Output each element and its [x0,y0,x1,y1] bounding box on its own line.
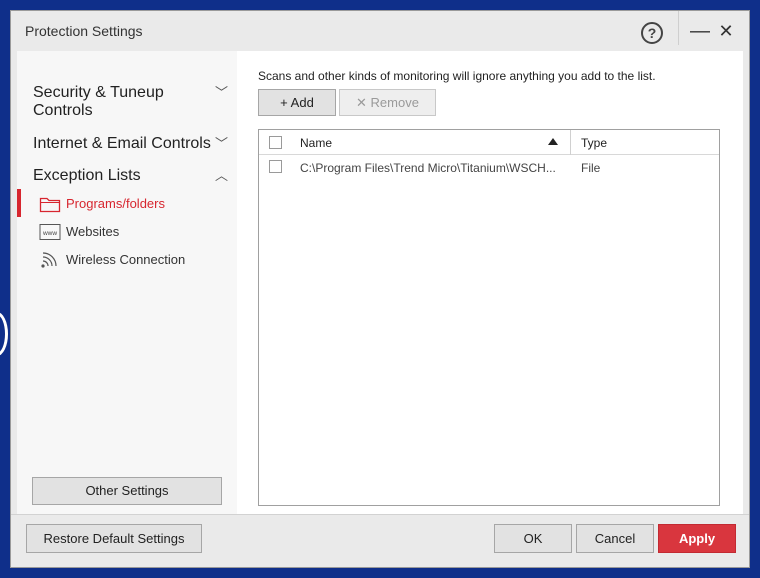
sidebar-item-label: Websites [66,224,120,239]
remove-button: ✕ Remove [339,89,436,116]
select-all-checkbox[interactable] [269,136,282,149]
close-button[interactable]: ✕ [715,19,737,43]
restore-defaults-button[interactable]: Restore Default Settings [26,524,202,553]
sidebar-item-websites[interactable]: www Websites [17,219,237,245]
add-button-label: Add [290,95,314,110]
remove-button-label: Remove [370,95,419,110]
sidebar-item-wireless-connection[interactable]: Wireless Connection [17,247,237,273]
ok-button[interactable]: OK [494,524,572,553]
sidebar-item-label: Wireless Connection [66,252,186,267]
sidebar: Security & Tuneup Controls ﹀ Internet & … [17,51,237,514]
svg-text:www: www [42,230,57,237]
help-icon[interactable]: ? [641,22,663,44]
sidebar-group-label: Security & Tuneup Controls [33,84,164,119]
row-name-cell: C:\Program Files\Trend Micro\Titanium\WS… [300,161,556,175]
add-button[interactable]: + Add [258,89,336,116]
sidebar-group-internet-email[interactable]: Internet & Email Controls ﹀ [17,135,237,157]
sidebar-group-label: Exception Lists [33,167,141,184]
row-checkbox[interactable] [269,160,282,173]
title-divider [678,11,679,45]
dialog-footer: Restore Default Settings OK Cancel Apply [11,514,749,567]
active-indicator [17,189,21,217]
window-title: Protection Settings [25,23,143,39]
remove-x-icon: ✕ [356,95,367,110]
protection-settings-window: Protection Settings ? — ✕ Security & Tun… [10,10,750,568]
plus-icon: + [280,95,288,110]
sidebar-group-exception-lists[interactable]: Exception Lists ︿ [17,167,237,189]
other-settings-button[interactable]: Other Settings [32,477,222,505]
chevron-down-icon: ﹀ [215,85,229,100]
sidebar-group-security-tuneup[interactable]: Security & Tuneup Controls ﹀ [17,84,237,122]
wifi-icon [41,252,57,268]
column-header-type[interactable]: Type [581,136,607,150]
row-type-cell: File [581,161,601,175]
desktop-background-shape [0,312,8,356]
chevron-up-icon: ︿ [215,168,229,183]
chevron-down-icon: ﹀ [215,136,229,151]
sidebar-item-programs-folders[interactable]: Programs/folders [17,189,237,217]
sidebar-group-label: Internet & Email Controls [33,135,211,152]
description-text: Scans and other kinds of monitoring will… [258,69,656,83]
folder-icon [39,197,61,213]
column-divider[interactable] [570,130,571,155]
cancel-button[interactable]: Cancel [576,524,654,553]
table-header: Name Type [259,130,719,155]
table-row[interactable]: C:\Program Files\Trend Micro\Titanium\WS… [259,155,719,179]
apply-button[interactable]: Apply [658,524,736,553]
sidebar-item-label: Programs/folders [66,196,165,211]
title-bar: Protection Settings ? — ✕ [11,11,749,51]
exception-table: Name Type C:\Program Files\Trend Micro\T… [258,129,720,506]
main-panel: Scans and other kinds of monitoring will… [237,51,743,514]
www-icon: www [39,224,61,240]
minimize-button[interactable]: — [689,19,711,43]
column-header-name[interactable]: Name [300,136,332,150]
sort-ascending-icon[interactable] [548,138,558,145]
